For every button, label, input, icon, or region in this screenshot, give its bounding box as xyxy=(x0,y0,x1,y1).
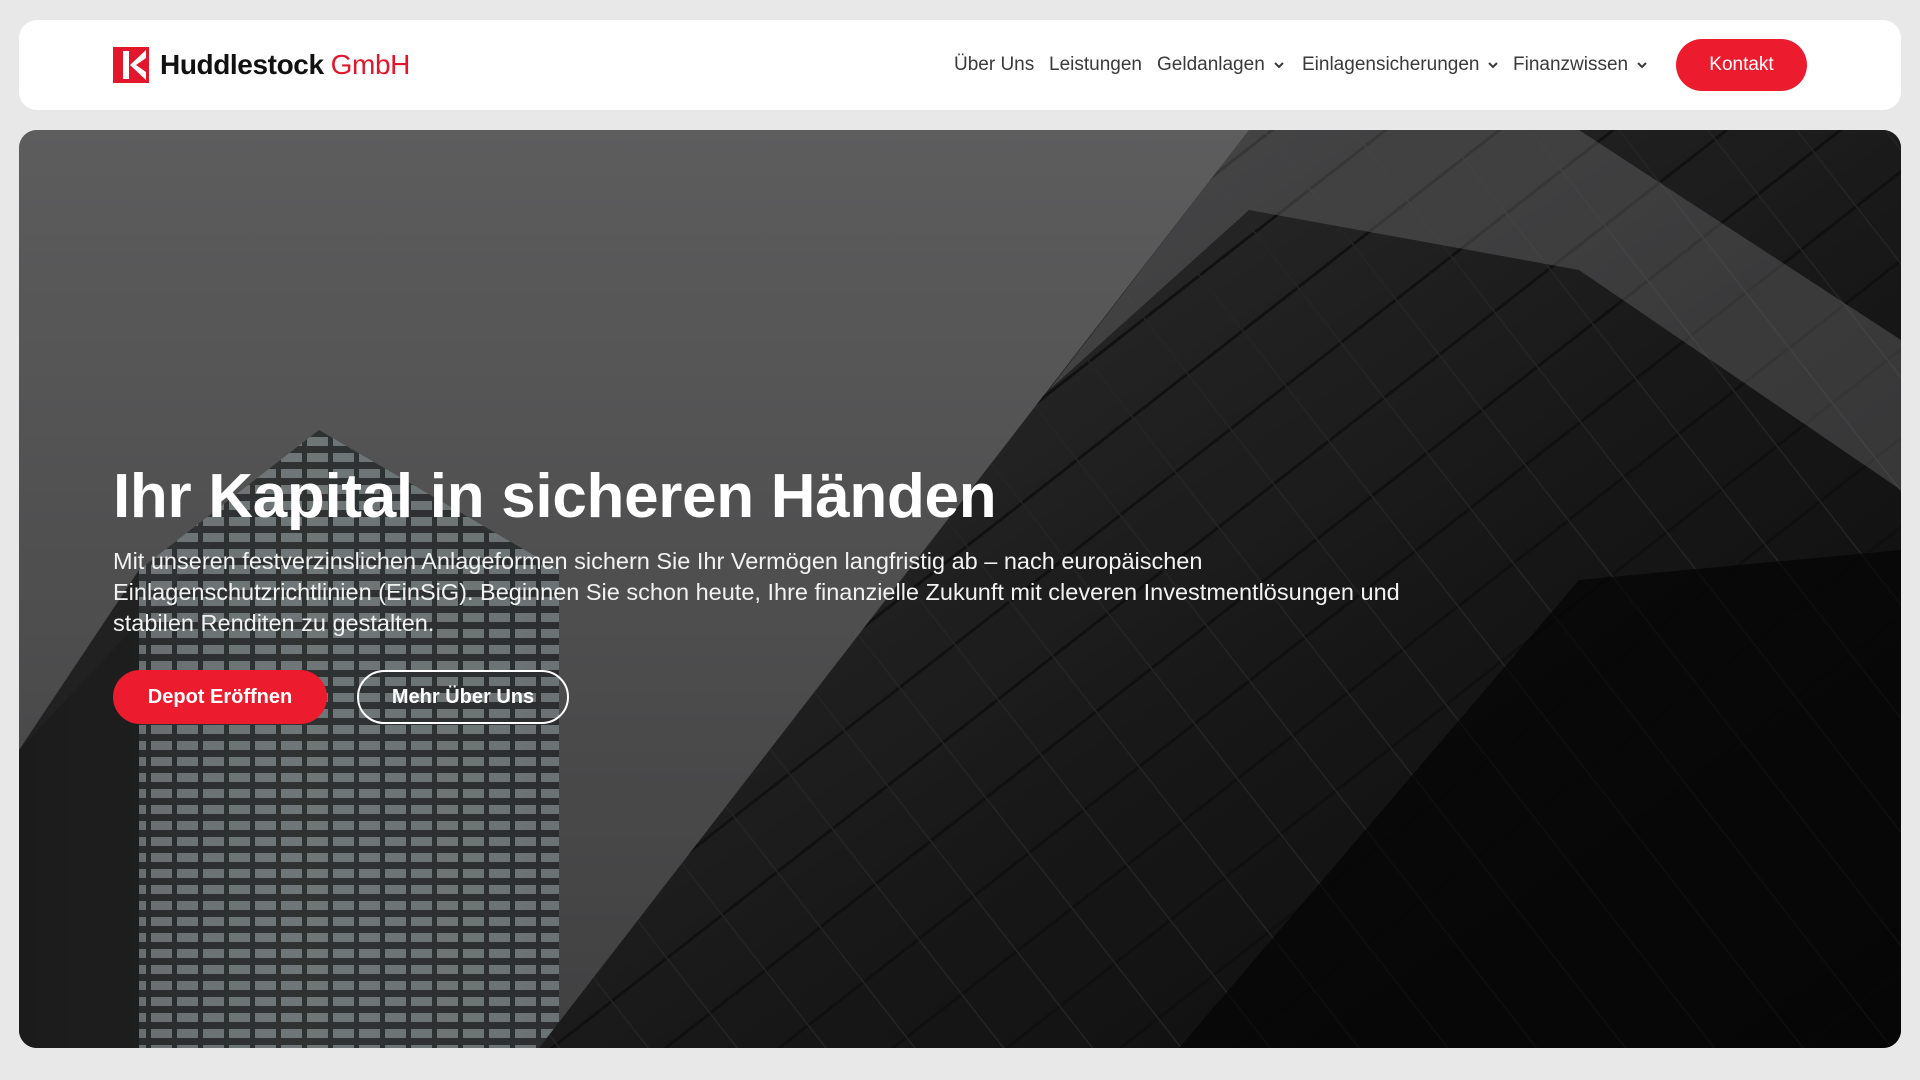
brand-logo[interactable]: Huddlestock GmbH xyxy=(113,47,410,83)
nav-label: Geldanlagen xyxy=(1157,54,1265,75)
nav-item-finanzwissen[interactable]: Finanzwissen xyxy=(1513,20,1648,110)
chevron-down-icon xyxy=(1274,62,1284,69)
nav-item-einlagensicherungen[interactable]: Einlagensicherungen xyxy=(1302,20,1499,110)
more-about-us-button[interactable]: Mehr Über Uns xyxy=(357,670,569,724)
nav-label: Einlagensicherungen xyxy=(1302,54,1480,75)
nav-label: Über Uns xyxy=(954,54,1035,75)
nav-label: Finanzwissen xyxy=(1513,54,1629,75)
huddlestock-logo-icon xyxy=(113,47,149,83)
chevron-down-icon xyxy=(1637,62,1647,69)
hero-section: Ihr Kapital in sicheren Händen Mit unser… xyxy=(19,130,1901,1048)
nav-item-ueber-uns[interactable]: Über Uns xyxy=(954,20,1034,110)
contact-button[interactable]: Kontakt xyxy=(1676,39,1807,91)
hero-description: Mit unseren festverzinslichen Anlageform… xyxy=(113,548,1400,636)
chevron-down-icon xyxy=(1488,62,1499,69)
brand-name: Huddlestock GmbH xyxy=(160,49,411,80)
brand-suffix: GmbH xyxy=(330,49,411,80)
hero-title: Ihr Kapital in sicheren Händen xyxy=(113,462,997,531)
nav-label: Leistungen xyxy=(1049,54,1142,75)
site-header: Huddlestock GmbH Über Uns Leistungen Geld… xyxy=(19,20,1901,110)
nav-item-leistungen[interactable]: Leistungen xyxy=(1049,20,1142,110)
nav-item-geldanlagen[interactable]: Geldanlagen xyxy=(1157,20,1285,110)
open-depot-button[interactable]: Depot Eröffnen xyxy=(113,670,327,724)
